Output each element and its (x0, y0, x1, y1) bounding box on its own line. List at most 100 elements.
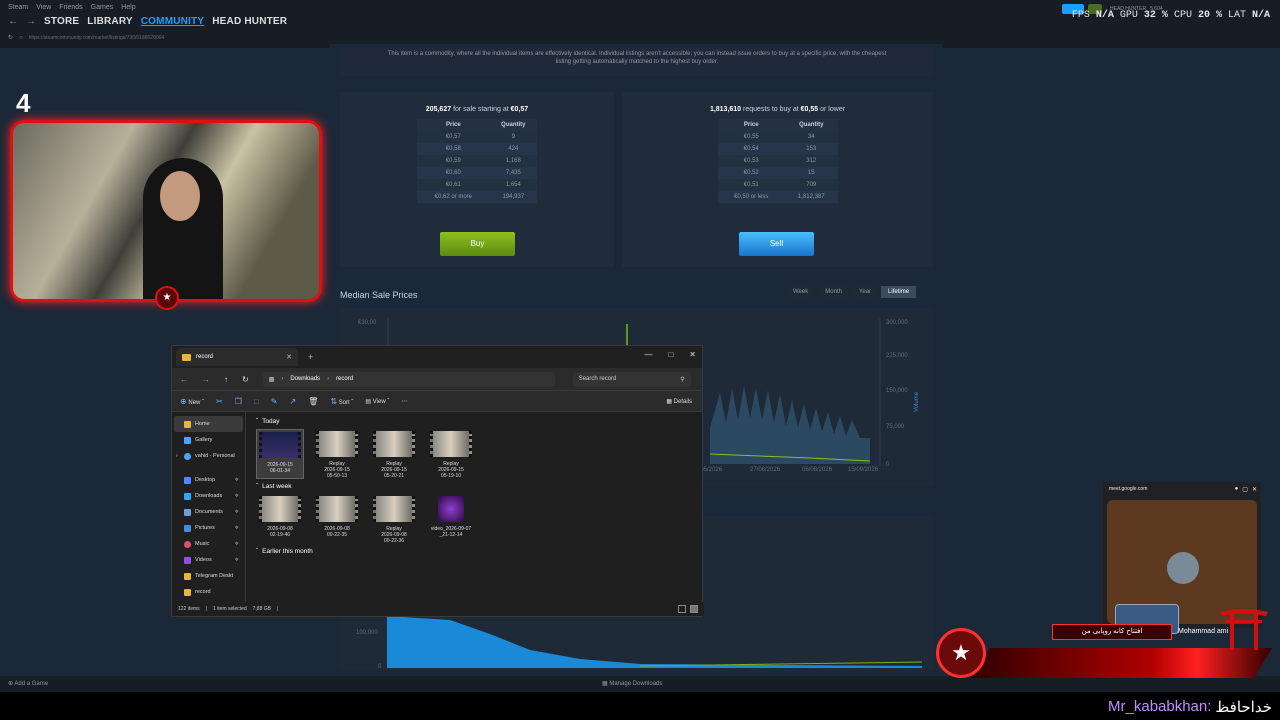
torii-gate-icon (1220, 609, 1268, 650)
pin-icon[interactable]: ❖ (235, 493, 239, 499)
file-item[interactable]: 2026-09-08 00-22-35 (313, 494, 361, 544)
file-item[interactable]: 2026-09-08 02-19-46 (256, 494, 304, 544)
link-icon[interactable]: ○ (19, 35, 23, 41)
share-icon[interactable]: ↗ (289, 397, 296, 406)
nav-item-gallery[interactable]: Gallery (172, 432, 245, 448)
nav-item-music[interactable]: Music ❖ (172, 536, 245, 552)
rename-icon[interactable]: ✎ (271, 397, 278, 406)
tab-month[interactable]: Month (818, 286, 849, 298)
path-segment[interactable]: Downloads (290, 376, 320, 382)
menu-games[interactable]: Games (91, 4, 114, 11)
add-game-button[interactable]: ⊕ Add a Game (8, 680, 48, 687)
performance-overlay: FPS N/A GPU 32 % CPU 20 % LAT N/A (1072, 10, 1270, 21)
explorer-tab[interactable]: record ✕ (176, 348, 298, 366)
forward-icon[interactable]: → (202, 375, 210, 384)
buy-button[interactable]: Buy (440, 232, 515, 256)
refresh-icon[interactable]: ↻ (242, 375, 249, 384)
up-icon[interactable]: ↑ (224, 375, 228, 384)
close-icon[interactable]: ✕ (1252, 486, 1257, 493)
chevron-right-icon: › (281, 376, 284, 382)
new-button[interactable]: ⊕ New ˇ (180, 397, 204, 406)
tab-week[interactable]: Week (786, 286, 816, 298)
close-tab-icon[interactable]: ✕ (286, 353, 292, 361)
nav-item-desktop[interactable]: Desktop ❖ (172, 472, 245, 488)
paste-icon[interactable]: □ (254, 397, 259, 406)
nav-library[interactable]: LIBRARY (87, 16, 132, 27)
tab-year[interactable]: Year (851, 286, 879, 298)
group-header-earlier[interactable]: ˇ Earlier this month (256, 548, 704, 555)
file-item[interactable]: Replay 2026-09-15 05-19-10 (427, 429, 475, 479)
nav-item-downloads[interactable]: Downloads ❖ (172, 488, 245, 504)
video-thumbnail (259, 432, 301, 458)
group-header-last-week[interactable]: ˇ Last week (256, 483, 704, 490)
chat-message: Mr_kababkhan: خداحافظ (1108, 698, 1272, 716)
minimize-icon[interactable]: — (644, 350, 652, 359)
menu-view[interactable]: View (36, 4, 51, 11)
menu-help[interactable]: Help (121, 4, 135, 11)
nav-item-record[interactable]: record (172, 584, 245, 600)
nav-item-home[interactable]: Home (174, 416, 243, 432)
back-arrow-icon[interactable]: ← (8, 16, 18, 27)
file-item[interactable]: Replay 2026-09-08 00-22-36 (370, 494, 418, 544)
chat-text: خداحافظ (1215, 699, 1272, 716)
pin-icon[interactable]: ❖ (235, 541, 239, 547)
sort-button[interactable]: ⇅ Sort ˇ (330, 397, 353, 406)
close-icon[interactable]: ✕ (689, 350, 696, 359)
path-input[interactable]: ▩ › Downloads › record (262, 371, 555, 387)
nav-label: Music (195, 541, 210, 547)
group-header-today[interactable]: ˇ Today (256, 418, 704, 425)
desktop-icon (184, 476, 191, 484)
volume-axis-label: Volume (914, 391, 920, 412)
view-button[interactable]: ▤ View ˇ (365, 398, 389, 405)
sell-text: for sale starting at (453, 106, 509, 113)
nav-item-telegram[interactable]: Telegram Deskt (172, 568, 245, 584)
search-input[interactable]: Search record ⚲ (572, 371, 691, 387)
nav-community[interactable]: COMMUNITY (141, 16, 204, 27)
pin-icon[interactable]: ❖ (235, 509, 239, 515)
path-segment[interactable]: record (336, 376, 353, 382)
forward-arrow-icon[interactable]: → (26, 16, 36, 27)
alert-band (972, 648, 1272, 678)
delete-icon[interactable]: 🗑 (308, 397, 318, 406)
back-icon[interactable]: ← (180, 375, 188, 384)
copy-icon[interactable]: ❐ (235, 397, 242, 406)
file-item[interactable]: video_2026-09-07 _21-12-14 (427, 494, 475, 544)
menu-steam[interactable]: Steam (8, 4, 28, 11)
nav-item-onedrive[interactable]: › vahid - Personal (172, 448, 245, 464)
nav-item-videos[interactable]: Videos ❖ (172, 552, 245, 568)
nav-item-pictures[interactable]: Pictures ❖ (172, 520, 245, 536)
gpu-value: 32 % (1143, 10, 1168, 21)
mic-icon[interactable]: ● (1235, 486, 1239, 493)
sort-icon: ⇅ (330, 396, 338, 406)
sell-button[interactable]: Sell (739, 232, 814, 256)
cell-quantity: 34 (785, 131, 838, 143)
new-tab-icon[interactable]: + (308, 352, 313, 362)
expand-icon[interactable]: ▢ (1242, 486, 1248, 493)
folder-icon (184, 572, 191, 580)
more-icon[interactable]: ⋯ (401, 398, 407, 405)
file-item[interactable]: 2026-09-15 06-01-34 (256, 429, 304, 479)
pin-icon[interactable]: ❖ (235, 557, 239, 563)
tiles-view-icon[interactable] (690, 605, 698, 613)
file-item[interactable]: Replay 2026-09-15 05-50-13 (313, 429, 361, 479)
file-item[interactable]: Replay 2026-09-15 05-20-21 (370, 429, 418, 479)
pin-icon[interactable]: ❖ (235, 477, 239, 483)
cell-quantity: 1,812,387 (785, 191, 838, 203)
nav-head-hunter[interactable]: HEAD HUNTER (212, 16, 287, 27)
url-text[interactable]: https://steamcommunity.com/market/listin… (29, 35, 165, 41)
sell-price: €0,57 (510, 106, 529, 113)
pin-icon[interactable]: ❖ (235, 525, 239, 531)
refresh-icon[interactable]: ↻ (8, 34, 13, 41)
cut-icon[interactable]: ✂ (216, 397, 223, 406)
view-label: View (372, 398, 386, 405)
details-view-icon[interactable] (678, 605, 686, 613)
maximize-icon[interactable]: □ (668, 350, 673, 359)
menu-friends[interactable]: Friends (59, 4, 82, 11)
chevron-right-icon[interactable]: › (176, 453, 178, 459)
tab-lifetime[interactable]: Lifetime (881, 286, 917, 298)
manage-downloads-button[interactable]: ▦ Manage Downloads (602, 680, 662, 687)
nav-item-documents[interactable]: Documents ❖ (172, 504, 245, 520)
details-button[interactable]: ▦ Details (666, 398, 692, 405)
nav-store[interactable]: STORE (44, 16, 79, 27)
video-thumbnail (316, 496, 358, 522)
